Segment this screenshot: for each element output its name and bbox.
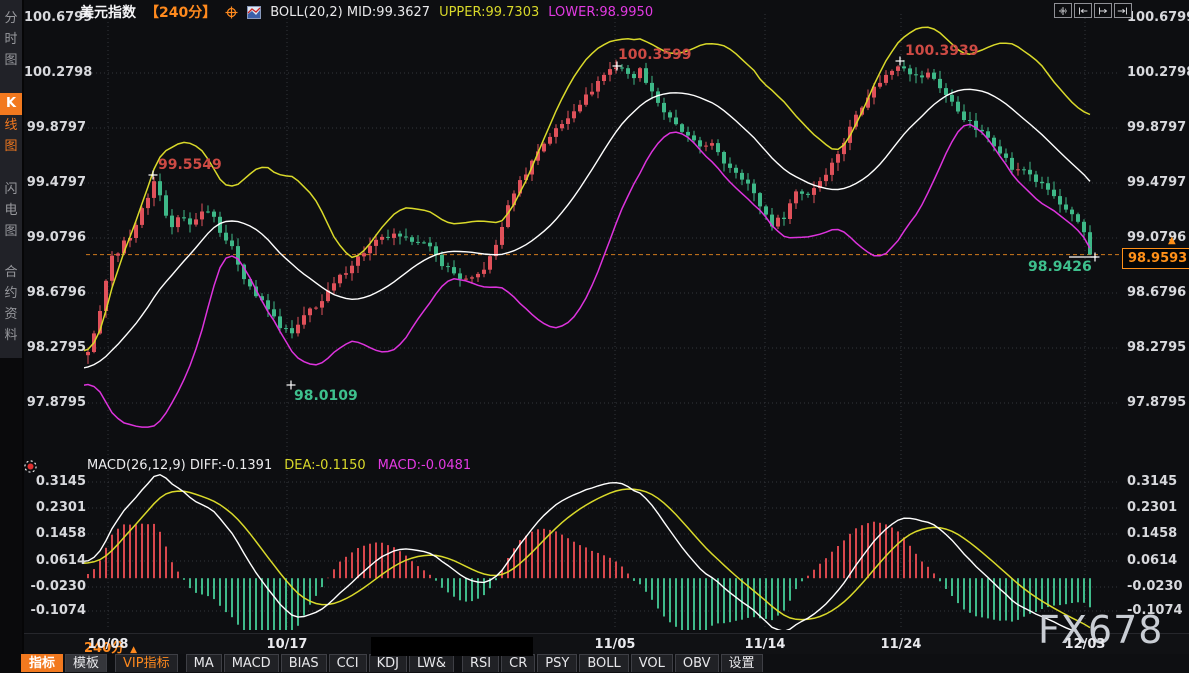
- toolbar-button[interactable]: PSY: [537, 654, 577, 672]
- date-label: 12/03: [1065, 637, 1106, 652]
- macd-axis-label: 0.0614: [1127, 553, 1189, 568]
- macd-header: MACD(26,12,9) DIFF:-0.1391 DEA:-0.1150 M…: [87, 458, 471, 473]
- sidebar-item-char: 时: [4, 29, 17, 50]
- toolbar-button[interactable]: RSI: [462, 654, 499, 672]
- price-axis-label: 100.6799: [1127, 10, 1189, 25]
- fit-right-icon[interactable]: [1094, 3, 1112, 18]
- toolbar-button[interactable]: CCI: [329, 654, 367, 672]
- sidebar-item-char: 分: [4, 8, 17, 29]
- bottom-toolbar: 指标模板 VIP指标 MAMACDBIASCCIKDJLW&RSICRPSYBOLL…: [21, 654, 763, 673]
- boll-upper-label: UPPER:99.7303: [439, 5, 539, 20]
- price-axis-label: 99.4797: [24, 175, 86, 190]
- price-axis-label: 97.8795: [24, 395, 86, 410]
- price-axis-label: 99.8797: [24, 120, 86, 135]
- current-price-value: 98.9593: [1128, 251, 1187, 266]
- price-up-arrow-icon: ▲: [1168, 235, 1176, 246]
- fit-left-icon[interactable]: [1074, 3, 1092, 18]
- date-label: 10/08: [88, 637, 129, 652]
- macd-axis-label: -0.0230: [24, 579, 86, 594]
- price-axis-label: 97.8795: [1127, 395, 1189, 410]
- symbol-title: 美元指数: [80, 2, 136, 22]
- trading-terminal: 分时图K线图闪电图合约资料 美元指数 【240分】 BOLL(20,2) MID…: [0, 0, 1189, 673]
- macd-diff-label: MACD(26,12,9) DIFF:-0.1391: [87, 458, 272, 473]
- price-axis-label: 98.6796: [1127, 285, 1189, 300]
- boll-lower-label: LOWER:98.9950: [548, 5, 653, 20]
- macd-axis-label: 0.2301: [24, 500, 86, 515]
- toolbar-button[interactable]: MA: [186, 654, 222, 672]
- price-axis-label: 98.2795: [24, 340, 86, 355]
- sidebar-item-2[interactable]: 闪电图: [0, 179, 22, 242]
- price-annotation: 98.0109: [294, 388, 358, 404]
- current-price-tag: 98.9593: [1122, 248, 1189, 269]
- macd-value-label: MACD:-0.0481: [378, 458, 472, 473]
- sidebar-item-char: 合: [4, 262, 17, 283]
- macd-axis-label: -0.1074: [24, 603, 86, 618]
- macd-axis-label: 0.3145: [1127, 474, 1189, 489]
- sidebar-item-char: 图: [4, 221, 17, 242]
- macd-axis-label: 0.1458: [24, 526, 86, 541]
- sidebar-item-char: 线: [4, 115, 17, 136]
- toolbar-button[interactable]: 指标: [21, 654, 63, 672]
- macd-dea-label: DEA:-0.1150: [284, 458, 365, 473]
- toolbar-button[interactable]: BIAS: [281, 654, 327, 672]
- shift-right-icon[interactable]: [1114, 3, 1132, 18]
- sidebar-item-char: 图: [4, 50, 17, 71]
- sidebar-item-0[interactable]: 分时图: [0, 8, 22, 71]
- macd-axis-label: 0.1458: [1127, 526, 1189, 541]
- redacted-region: [371, 637, 533, 656]
- price-axis-label: 98.6796: [24, 285, 86, 300]
- crosshair-target-icon[interactable]: [225, 6, 238, 19]
- sidebar-item-char: 约: [4, 283, 17, 304]
- toolbar-button[interactable]: BOLL: [579, 654, 628, 672]
- toolbar-button[interactable]: 模板: [65, 654, 107, 672]
- date-label: 11/14: [745, 637, 786, 652]
- date-label: 11/05: [595, 637, 636, 652]
- price-annotation: 100.3939: [905, 43, 979, 59]
- price-axis-label: 100.6799: [24, 10, 86, 25]
- price-axis-label: 100.2798: [24, 65, 86, 80]
- chart-view-controls: [1054, 3, 1132, 18]
- sidebar: 分时图K线图闪电图合约资料: [0, 0, 24, 673]
- toolbar-button[interactable]: VOL: [631, 654, 673, 672]
- price-axis-label: 100.2798: [1127, 65, 1189, 80]
- macd-axis-label: 0.0614: [24, 553, 86, 568]
- macd-axis-label: -0.0230: [1127, 579, 1189, 594]
- toolbar-button[interactable]: 设置: [721, 654, 763, 672]
- toolbar-button[interactable]: LW&: [409, 654, 454, 672]
- mini-chart-icon: [247, 6, 261, 19]
- indicator-settings-icon[interactable]: [23, 459, 38, 478]
- price-annotation: 98.9426: [1028, 259, 1092, 275]
- sidebar-item-1[interactable]: K线图: [0, 93, 22, 157]
- toolbar-button[interactable]: KDJ: [369, 654, 407, 672]
- price-axis-label: 98.2795: [1127, 340, 1189, 355]
- price-axis-label: 99.0796: [1127, 230, 1189, 245]
- macd-axis-label: 0.2301: [1127, 500, 1189, 515]
- sidebar-item-char: K: [0, 93, 22, 115]
- toolbar-button[interactable]: OBV: [675, 654, 719, 672]
- toolbar-button[interactable]: MACD: [224, 654, 279, 672]
- date-label: 11/24: [881, 637, 922, 652]
- price-axis-label: 99.4797: [1127, 175, 1189, 190]
- price-axis-label: 99.0796: [24, 230, 86, 245]
- sidebar-item-char: 图: [4, 136, 17, 157]
- period-label: 【240分】: [145, 2, 216, 22]
- price-annotation: 99.5549: [158, 157, 222, 173]
- sidebar-item-char: 料: [4, 325, 17, 346]
- sidebar-item-char: 资: [4, 304, 17, 325]
- sidebar-item-char: 闪: [4, 179, 17, 200]
- date-label: 10/17: [267, 637, 308, 652]
- toolbar-button[interactable]: CR: [501, 654, 535, 672]
- chart-canvas[interactable]: [0, 0, 1189, 673]
- sidebar-item-3[interactable]: 合约资料: [0, 262, 22, 346]
- price-annotation: 100.3599: [618, 47, 692, 63]
- boll-mid-label: BOLL(20,2) MID:99.3627: [270, 5, 430, 20]
- sidebar-item-char: 电: [4, 200, 17, 221]
- toolbar-button[interactable]: VIP指标: [115, 654, 178, 672]
- price-axis-label: 99.8797: [1127, 120, 1189, 135]
- chart-header: 美元指数 【240分】 BOLL(20,2) MID:99.3627 UPPER…: [80, 3, 653, 21]
- pan-icon[interactable]: [1054, 3, 1072, 18]
